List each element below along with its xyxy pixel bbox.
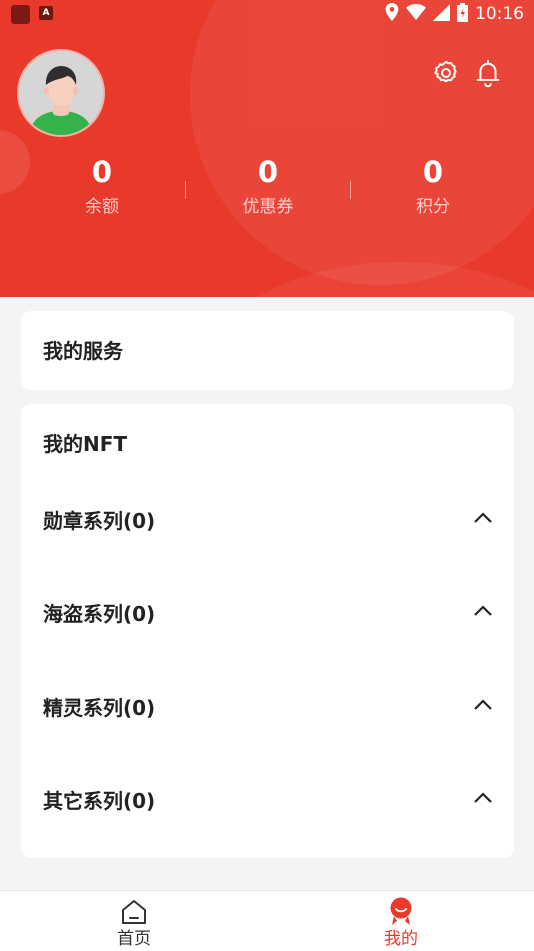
chevron-up-icon[interactable]: [470, 598, 496, 624]
stat-value: 0: [422, 155, 444, 189]
nav-home[interactable]: 首页: [84, 895, 184, 949]
series-row-elf[interactable]: 精灵系列(0): [21, 688, 514, 728]
location-icon: [385, 3, 399, 25]
nft-title: 我的NFT: [43, 432, 128, 456]
stat-label: 优惠券: [242, 197, 294, 217]
mine-icon: [351, 895, 451, 929]
chevron-up-icon[interactable]: [470, 505, 496, 531]
bell-icon[interactable]: [474, 58, 502, 88]
status-time: 10:16: [475, 4, 524, 24]
profile-header: A 10:16 0 余额 0 优惠券 0 积分: [0, 0, 534, 297]
nav-mine[interactable]: 我的: [351, 895, 451, 949]
chevron-up-icon[interactable]: [470, 785, 496, 811]
services-title: 我的服务: [43, 339, 123, 363]
app-notification-icon: A: [39, 6, 53, 20]
chevron-up-icon[interactable]: [470, 692, 496, 718]
nav-home-label: 首页: [117, 929, 151, 949]
stat-value: 0: [91, 155, 113, 189]
nft-card: 我的NFT 勋章系列(0) 海盗系列(0) 精灵系列(0) 其它系列(0): [21, 404, 514, 858]
stat-coupons[interactable]: 0 优惠券: [183, 150, 353, 220]
account-stats: 0 余额 0 优惠券 0 积分: [0, 150, 534, 230]
series-label: 其它系列(0): [43, 789, 156, 813]
signal-icon: [433, 3, 450, 25]
nav-mine-label: 我的: [384, 929, 418, 949]
stat-points[interactable]: 0 积分: [348, 150, 518, 220]
battery-icon: [457, 2, 468, 26]
wifi-icon: [406, 4, 426, 24]
services-card: 我的服务: [21, 311, 514, 390]
app-notification-icon: [11, 5, 30, 24]
avatar[interactable]: [19, 51, 103, 135]
series-label: 精灵系列(0): [43, 696, 156, 720]
series-row-medal[interactable]: 勋章系列(0): [21, 501, 514, 541]
series-row-other[interactable]: 其它系列(0): [21, 781, 514, 821]
series-row-pirate[interactable]: 海盗系列(0): [21, 594, 514, 634]
header-decoration: [190, 0, 534, 285]
stat-value: 0: [257, 155, 279, 189]
stat-balance[interactable]: 0 余额: [17, 150, 187, 220]
series-label: 勋章系列(0): [43, 509, 156, 533]
stat-label: 余额: [85, 197, 119, 217]
stat-label: 积分: [416, 197, 450, 217]
status-bar: A 10:16: [0, 0, 534, 28]
settings-icon[interactable]: [432, 58, 460, 88]
bottom-nav: 首页 我的: [0, 890, 534, 951]
home-icon: [84, 895, 184, 929]
header-decoration: [190, 262, 534, 297]
series-label: 海盗系列(0): [43, 602, 156, 626]
